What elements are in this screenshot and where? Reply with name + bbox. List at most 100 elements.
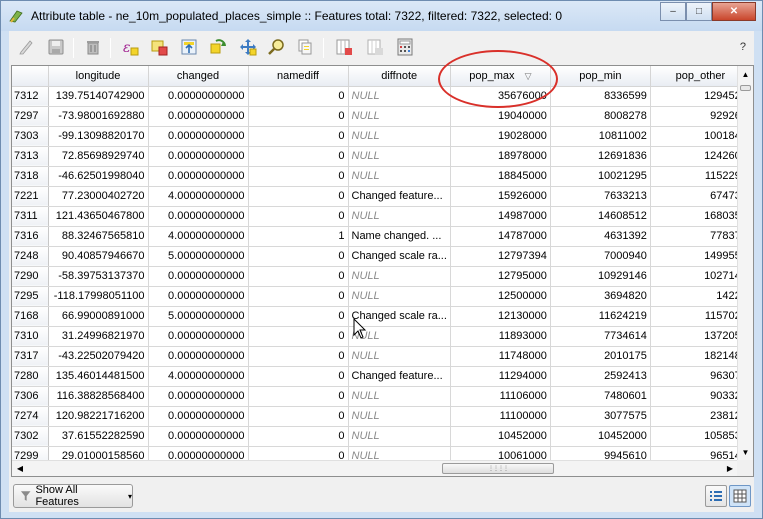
cell-diffnote[interactable]: Name changed. ... — [348, 226, 451, 247]
vertical-scrollbar[interactable]: ▲ ▼ — [737, 66, 753, 460]
delete-column-icon[interactable] — [334, 37, 354, 57]
cell-namediff[interactable]: 0 — [248, 166, 349, 187]
move-selection-to-top-icon[interactable] — [179, 37, 199, 57]
column-header-namediff[interactable]: namediff — [248, 66, 349, 87]
cell-longitude[interactable]: -118.17998051100 — [48, 286, 149, 307]
cell-longitude[interactable]: -58.39753137370 — [48, 266, 149, 287]
scroll-up-arrow-icon[interactable]: ▲ — [738, 66, 753, 82]
cell-changed[interactable]: 0.00000000000 — [148, 346, 249, 367]
cell-diffnote[interactable]: NULL — [348, 126, 451, 147]
row-header[interactable]: 7313 — [12, 146, 49, 167]
table-row[interactable]: 7274 120.98221716200 0.00000000000 0 NULL 111… — [12, 406, 751, 427]
cell-pop-max[interactable]: 15926000 — [450, 186, 551, 207]
new-column-icon[interactable] — [365, 37, 385, 57]
cell-pop-min[interactable]: 12691836 — [550, 146, 651, 167]
cell-pop-min[interactable]: 3694820 — [550, 286, 651, 307]
cell-changed[interactable]: 0.00000000000 — [148, 426, 249, 447]
cell-namediff[interactable]: 0 — [248, 246, 349, 267]
cell-diffnote[interactable]: NULL — [348, 346, 451, 367]
cell-pop-other[interactable]: 929260 — [650, 106, 751, 127]
cell-namediff[interactable]: 0 — [248, 146, 349, 167]
row-header[interactable]: 7302 — [12, 426, 49, 447]
cell-pop-other[interactable]: 1294525 — [650, 86, 751, 107]
cell-pop-min[interactable]: 7000940 — [550, 246, 651, 267]
row-header[interactable]: 7168 — [12, 306, 49, 327]
cell-namediff[interactable]: 0 — [248, 306, 349, 327]
cell-pop-min[interactable]: 10452000 — [550, 426, 651, 447]
cell-diffnote[interactable]: NULL — [348, 326, 451, 347]
cell-namediff[interactable]: 1 — [248, 226, 349, 247]
cell-changed[interactable]: 0.00000000000 — [148, 406, 249, 427]
cell-namediff[interactable]: 0 — [248, 406, 349, 427]
title-bar[interactable]: Attribute table - ne_10m_populated_place… — [1, 1, 762, 31]
row-header[interactable]: 7312 — [12, 86, 49, 107]
cell-diffnote[interactable]: NULL — [348, 266, 451, 287]
zoom-to-selected-icon[interactable] — [266, 37, 286, 57]
cell-namediff[interactable]: 0 — [248, 206, 349, 227]
column-header-pop-min[interactable]: pop_min — [550, 66, 651, 87]
cell-diffnote[interactable]: Changed scale ra... — [348, 246, 451, 267]
row-header[interactable]: 7306 — [12, 386, 49, 407]
cell-pop-max[interactable]: 12797394 — [450, 246, 551, 267]
copy-selected-rows-icon[interactable] — [295, 37, 315, 57]
cell-pop-min[interactable]: 3077575 — [550, 406, 651, 427]
unselect-all-icon[interactable] — [149, 37, 169, 57]
cell-changed[interactable]: 0.00000000000 — [148, 206, 249, 227]
cell-diffnote[interactable]: NULL — [348, 146, 451, 167]
pan-to-selected-icon[interactable] — [238, 37, 258, 57]
cell-pop-min[interactable]: 10811002 — [550, 126, 651, 147]
scroll-down-arrow-icon[interactable]: ▼ — [738, 444, 753, 460]
cell-namediff[interactable]: 0 — [248, 326, 349, 347]
cell-pop-max[interactable]: 19040000 — [450, 106, 551, 127]
row-header[interactable]: 7280 — [12, 366, 49, 387]
cell-longitude[interactable]: 37.61552282590 — [48, 426, 149, 447]
cell-pop-max[interactable]: 19028000 — [450, 126, 551, 147]
row-header[interactable]: 7316 — [12, 226, 49, 247]
cell-diffnote[interactable]: NULL — [348, 206, 451, 227]
table-row[interactable]: 7168 66.99000891000 5.00000000000 0 Changed … — [12, 306, 751, 327]
column-header-changed[interactable]: changed — [148, 66, 249, 87]
cell-changed[interactable]: 0.00000000000 — [148, 386, 249, 407]
cell-pop-max[interactable]: 12500000 — [450, 286, 551, 307]
cell-pop-max[interactable]: 10452000 — [450, 426, 551, 447]
cell-pop-max[interactable]: 18978000 — [450, 146, 551, 167]
cell-pop-min[interactable]: 2010175 — [550, 346, 651, 367]
cell-pop-min[interactable]: 8336599 — [550, 86, 651, 107]
row-header[interactable]: 7290 — [12, 266, 49, 287]
save-edits-icon[interactable] — [46, 37, 66, 57]
table-row[interactable]: 7318 -46.62501998040 0.00000000000 0 NULL 188… — [12, 166, 751, 187]
cell-pop-other[interactable]: 1372055 — [650, 326, 751, 347]
scroll-left-arrow-icon[interactable]: ◀ — [12, 461, 28, 476]
cell-pop-min[interactable]: 10021295 — [550, 166, 651, 187]
table-row[interactable]: 7221 77.23000402720 4.00000000000 0 Changed … — [12, 186, 751, 207]
cell-longitude[interactable]: -46.62501998040 — [48, 166, 149, 187]
cell-pop-other[interactable]: 1821489 — [650, 346, 751, 367]
cell-pop-other[interactable]: 14226 — [650, 286, 751, 307]
cell-pop-max[interactable]: 14987000 — [450, 206, 551, 227]
cell-diffnote[interactable]: NULL — [348, 106, 451, 127]
cell-namediff[interactable]: 0 — [248, 366, 349, 387]
table-row[interactable]: 7297 -73.98001692880 0.00000000000 0 NULL 190… — [12, 106, 751, 127]
minimize-button[interactable]: – — [660, 2, 686, 21]
cell-namediff[interactable]: 0 — [248, 386, 349, 407]
horizontal-scrollbar[interactable]: ◀ ⋮⋮⋮⋮ ▶ — [12, 460, 738, 476]
table-row[interactable]: 7317 -43.22502079420 0.00000000000 0 NULL 117… — [12, 346, 751, 367]
cell-longitude[interactable]: 77.23000402720 — [48, 186, 149, 207]
cell-pop-other[interactable]: 1001844 — [650, 126, 751, 147]
cell-longitude[interactable]: -43.22502079420 — [48, 346, 149, 367]
table-row[interactable]: 7310 31.24996821970 0.00000000000 0 NULL 1189… — [12, 326, 751, 347]
cell-diffnote[interactable]: Changed feature... — [348, 186, 451, 207]
table-row[interactable]: 7302 37.61552282590 0.00000000000 0 NULL 1045… — [12, 426, 751, 447]
cell-pop-other[interactable]: 1152294 — [650, 166, 751, 187]
row-header[interactable]: 7318 — [12, 166, 49, 187]
cell-changed[interactable]: 0.00000000000 — [148, 166, 249, 187]
column-header-pop-max[interactable]: pop_max ▽ — [450, 66, 551, 87]
row-header[interactable]: 7310 — [12, 326, 49, 347]
horizontal-scroll-thumb[interactable]: ⋮⋮⋮⋮ — [442, 463, 554, 474]
cell-longitude[interactable]: 139.75140742900 — [48, 86, 149, 107]
table-row[interactable]: 7295 -118.17998051100 0.00000000000 0 NULL 12… — [12, 286, 751, 307]
cell-changed[interactable]: 0.00000000000 — [148, 266, 249, 287]
cell-pop-max[interactable]: 11100000 — [450, 406, 551, 427]
toggle-editing-icon[interactable] — [16, 37, 36, 57]
scroll-right-arrow-icon[interactable]: ▶ — [722, 461, 738, 476]
